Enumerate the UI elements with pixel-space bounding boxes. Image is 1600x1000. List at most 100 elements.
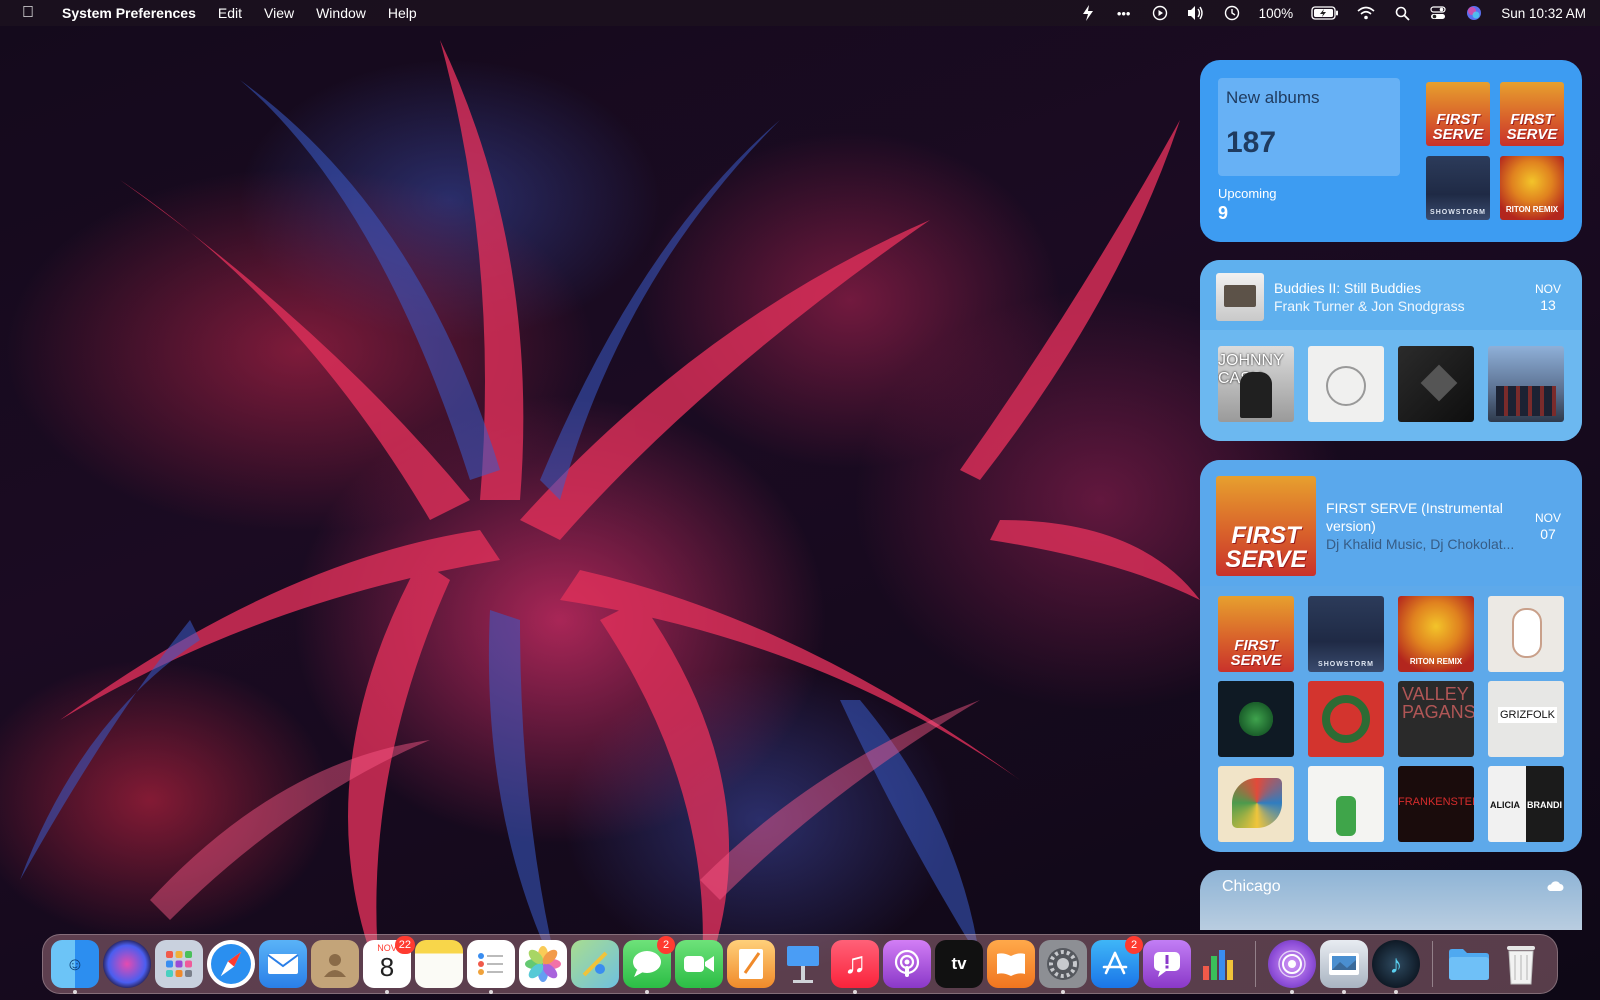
album-cover[interactable] xyxy=(1308,766,1384,842)
album-cover[interactable]: FIRST SERVE xyxy=(1500,82,1564,146)
album-cover[interactable] xyxy=(1308,346,1384,422)
album-cover[interactable] xyxy=(1488,346,1564,422)
siri-status-icon[interactable] xyxy=(1465,5,1483,21)
album-cover[interactable]: FIRST SERVE xyxy=(1426,82,1490,146)
latest-release-artist: Dj Khalid Music, Dj Chokolat... xyxy=(1326,536,1515,552)
new-albums-tile[interactable]: New albums 187 xyxy=(1218,78,1400,176)
dock-app-store[interactable]: 2 xyxy=(1091,936,1143,988)
album-cover-text: FIRST SERVE xyxy=(1432,111,1484,143)
finder-icon: ☺ xyxy=(65,953,85,974)
dock-trash[interactable] xyxy=(1497,940,1545,988)
menu-help[interactable]: Help xyxy=(388,5,417,21)
dock-pages[interactable] xyxy=(727,940,775,988)
dock-numbers[interactable] xyxy=(1195,940,1243,988)
dock-preview[interactable] xyxy=(1320,940,1368,994)
time-machine-icon[interactable] xyxy=(1223,5,1241,21)
album-cover-text: FIRST SERVE xyxy=(1230,637,1282,669)
folder-icon xyxy=(1445,940,1493,988)
album-cover-text: SHOWSTORM xyxy=(1318,661,1374,668)
album-cover-text: SHOWSTORM xyxy=(1430,209,1486,216)
books-icon xyxy=(987,940,1035,988)
dock-siri[interactable] xyxy=(103,940,151,988)
more-status-icon[interactable]: ••• xyxy=(1115,5,1133,21)
dock-calendar[interactable]: NOV 8 22 xyxy=(363,936,415,994)
album-cover[interactable]: GRIZFOLK xyxy=(1488,681,1564,757)
apple-menu-icon[interactable]:  xyxy=(22,4,42,22)
album-cover[interactable]: ALICIA BRANDI xyxy=(1488,766,1564,842)
battery-icon[interactable] xyxy=(1311,5,1339,21)
volume-icon[interactable] xyxy=(1187,5,1205,21)
album-cover[interactable] xyxy=(1218,766,1294,842)
calendar-day: 8 xyxy=(379,952,395,982)
dock-mail[interactable] xyxy=(259,940,307,988)
dock-separator xyxy=(1255,941,1256,987)
dock-contacts[interactable] xyxy=(311,940,359,988)
dock-facetime[interactable] xyxy=(675,940,723,988)
dock-messages[interactable]: 2 xyxy=(623,936,675,994)
album-cover[interactable] xyxy=(1398,346,1474,422)
feedback-icon xyxy=(1143,940,1191,988)
menu-view[interactable]: View xyxy=(264,5,294,21)
dock-finder[interactable]: ☺ xyxy=(51,940,99,994)
dock-photos[interactable] xyxy=(519,940,567,988)
dock-podcasts[interactable] xyxy=(883,940,931,988)
album-cover[interactable]: RITON REMIX xyxy=(1398,596,1474,672)
dock-notes[interactable] xyxy=(415,940,463,988)
control-center-icon[interactable] xyxy=(1429,5,1447,21)
dock-safari[interactable] xyxy=(207,940,255,988)
system-preferences-icon xyxy=(1039,940,1087,988)
album-cover[interactable]: VALLEY PAGANS xyxy=(1398,681,1474,757)
album-cover[interactable]: FRANKENSTEIN xyxy=(1398,766,1474,842)
menu-window[interactable]: Window xyxy=(316,5,366,21)
menu-bar-clock[interactable]: Sun 10:32 AM xyxy=(1501,6,1586,21)
app-store-badge: 2 xyxy=(1125,936,1143,954)
preview-icon xyxy=(1320,940,1368,988)
dock-music[interactable]: ♫ xyxy=(831,940,879,994)
latest-release-title: FIRST SERVE (Instrumental version) xyxy=(1326,500,1503,534)
wifi-icon[interactable] xyxy=(1357,5,1375,21)
podcasts-icon xyxy=(883,940,931,988)
weather-widget[interactable]: Chicago xyxy=(1200,870,1582,930)
album-cover[interactable]: JOHNNY CASH xyxy=(1218,346,1294,422)
album-cover[interactable] xyxy=(1308,681,1384,757)
dock-launchpad[interactable] xyxy=(155,940,203,988)
dock-maps[interactable] xyxy=(571,940,619,988)
album-cover[interactable] xyxy=(1488,596,1564,672)
dock-feedback-assistant[interactable] xyxy=(1143,940,1191,988)
album-cover-text: RITON REMIX xyxy=(1409,657,1463,666)
dock: ☺ NOV 8 22 2 ♫ tv 2 ♪ xyxy=(42,934,1558,994)
dock-podcasts-beta[interactable] xyxy=(1268,940,1316,994)
new-albums-widget[interactable]: New albums 187 Upcoming 9 FIRST SERVE FI… xyxy=(1200,60,1582,242)
numbers-icon xyxy=(1195,940,1243,988)
keynote-icon xyxy=(779,940,827,988)
dock-music-beta[interactable]: ♪ xyxy=(1372,940,1420,994)
upcoming-release-artist: Frank Turner & Jon Snodgrass xyxy=(1274,298,1465,314)
album-cover[interactable]: RITON REMIX xyxy=(1500,156,1564,220)
bolt-status-icon[interactable] xyxy=(1079,5,1097,21)
upcoming-release-widget[interactable]: Buddies II: Still Buddies Frank Turner &… xyxy=(1200,260,1582,441)
spotlight-search-icon[interactable] xyxy=(1393,5,1411,21)
release-month: NOV xyxy=(1534,511,1561,525)
upcoming-summary[interactable]: Upcoming 9 xyxy=(1218,186,1277,224)
album-cover[interactable]: FIRST SERVE xyxy=(1218,596,1294,672)
album-cover[interactable]: SHOWSTORM xyxy=(1426,156,1490,220)
dock-reminders[interactable] xyxy=(467,940,515,994)
upcoming-release-row[interactable]: Buddies II: Still Buddies Frank Turner &… xyxy=(1216,272,1566,322)
menu-app-name[interactable]: System Preferences xyxy=(62,5,196,21)
dock-system-preferences[interactable] xyxy=(1039,940,1087,994)
dock-keynote[interactable] xyxy=(779,940,827,988)
latest-release-widget[interactable]: FIRST SERVE FIRST SERVE (Instrumental ve… xyxy=(1200,460,1582,852)
upcoming-release-cover xyxy=(1216,273,1264,321)
dock-books[interactable] xyxy=(987,940,1035,988)
upcoming-label: Upcoming xyxy=(1218,186,1277,201)
latest-release-row[interactable]: FIRST SERVE FIRST SERVE (Instrumental ve… xyxy=(1216,476,1566,576)
dock-downloads-folder[interactable] xyxy=(1445,940,1493,988)
now-playing-icon[interactable] xyxy=(1151,5,1169,21)
new-albums-cover-grid: FIRST SERVE FIRST SERVE SHOWSTORM RITON … xyxy=(1426,82,1564,220)
reminders-icon xyxy=(467,940,515,988)
album-cover[interactable] xyxy=(1218,681,1294,757)
dock-tv[interactable]: tv xyxy=(935,940,983,988)
upcoming-cover-row: JOHNNY CASH xyxy=(1218,346,1564,422)
album-cover[interactable]: SHOWSTORM xyxy=(1308,596,1384,672)
menu-edit[interactable]: Edit xyxy=(218,5,242,21)
